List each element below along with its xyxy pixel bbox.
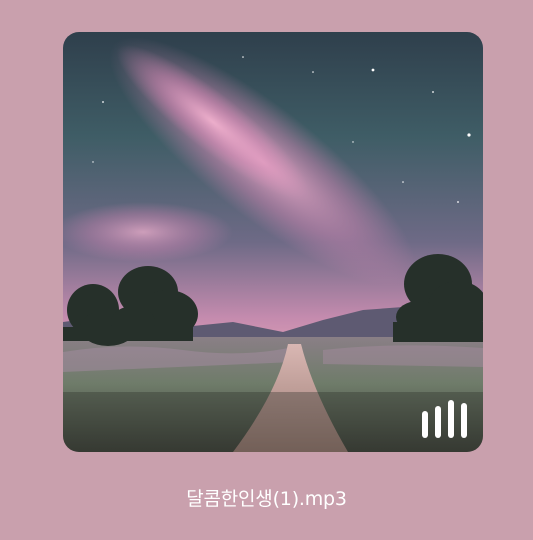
album-art-image xyxy=(63,32,483,452)
album-art-tile[interactable] xyxy=(63,32,483,452)
equalizer-bar xyxy=(448,400,454,438)
equalizer-bar xyxy=(461,403,467,438)
equalizer-bar xyxy=(435,406,441,438)
file-name-label: 달콤한인생(1).mp3 xyxy=(186,488,347,510)
equalizer-bar xyxy=(422,411,428,438)
playing-indicator-icon xyxy=(422,400,467,438)
